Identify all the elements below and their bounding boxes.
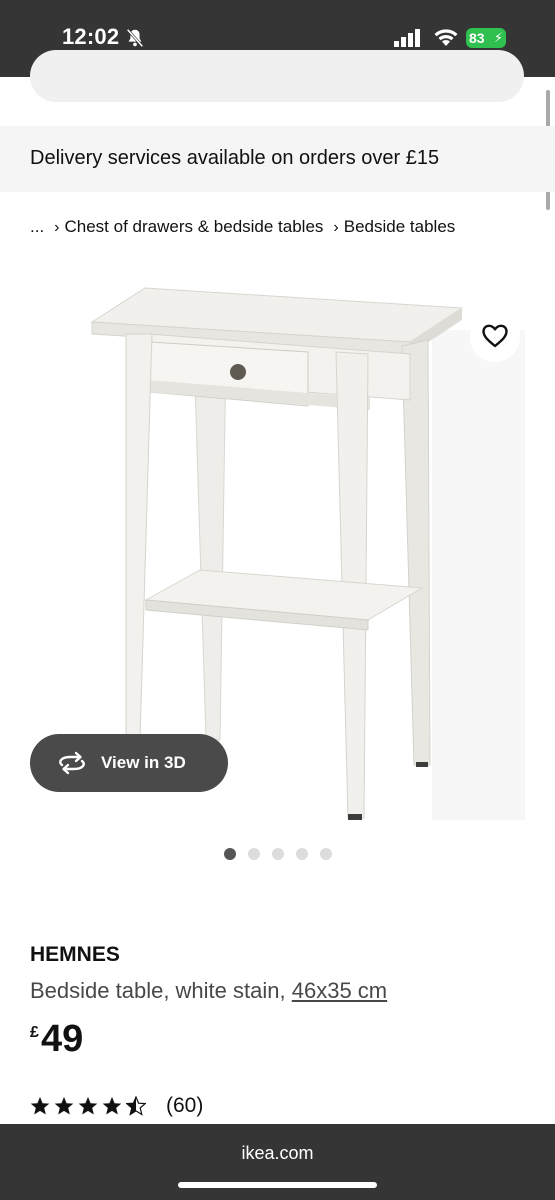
breadcrumb: ... › Chest of drawers & bedside tables › Be… <box>30 217 455 237</box>
url-display[interactable]: ikea.com <box>0 1143 555 1164</box>
product-size-link[interactable]: 46x35 cm <box>292 978 387 1003</box>
carousel-dot-2[interactable] <box>248 848 260 860</box>
heart-icon <box>482 324 508 348</box>
rating-stars <box>30 1096 146 1116</box>
battery-level: 83 <box>469 30 485 46</box>
wifi-icon <box>434 29 458 46</box>
carousel-dot-1[interactable] <box>224 848 236 860</box>
signal-icon <box>394 29 420 47</box>
carousel-dot-5[interactable] <box>320 848 332 860</box>
breadcrumb-bedside-tables[interactable]: Bedside tables <box>344 217 456 236</box>
price-currency: £ <box>30 1024 39 1041</box>
carousel-dot-4[interactable] <box>296 848 308 860</box>
price-value: 49 <box>41 1018 84 1060</box>
rating-count: (60) <box>166 1094 204 1117</box>
product-rating[interactable]: (60) <box>30 1093 203 1119</box>
chevron-right-icon: › <box>54 219 60 236</box>
star-icon <box>30 1097 50 1115</box>
browser-toolbar: ikea.com <box>0 1124 555 1200</box>
view-in-3d-label: View in 3D <box>101 753 186 772</box>
half-star-icon <box>126 1096 146 1116</box>
breadcrumb-chests[interactable]: Chest of drawers & bedside tables <box>65 217 324 236</box>
breadcrumb-ellipsis[interactable]: ... <box>30 217 44 236</box>
delivery-banner: Delivery services available on orders ov… <box>0 126 555 192</box>
star-icon <box>102 1097 122 1115</box>
delivery-text: Delivery services available on orders ov… <box>30 147 440 169</box>
star-icon <box>78 1097 98 1115</box>
battery-icon: 83 ⚡ <box>466 28 506 48</box>
product-description: Bedside table, white stain, 46x35 cm <box>30 978 387 1004</box>
favorite-button[interactable] <box>470 312 520 362</box>
product-type: Bedside table, white stain, <box>30 978 286 1003</box>
view-in-3d-button[interactable]: View in 3D <box>30 734 228 792</box>
home-indicator[interactable] <box>178 1182 377 1188</box>
charging-bolt-icon: ⚡ <box>493 30 503 45</box>
star-icon <box>54 1097 74 1115</box>
search-bar[interactable] <box>30 50 524 102</box>
bell-slash-icon <box>126 28 144 48</box>
rotate-3d-icon <box>59 751 85 775</box>
product-name: HEMNES <box>30 943 120 966</box>
status-time: 12:02 <box>62 24 120 49</box>
carousel-dots <box>224 848 332 860</box>
chevron-right-icon: › <box>333 219 339 236</box>
carousel-dot-3[interactable] <box>272 848 284 860</box>
